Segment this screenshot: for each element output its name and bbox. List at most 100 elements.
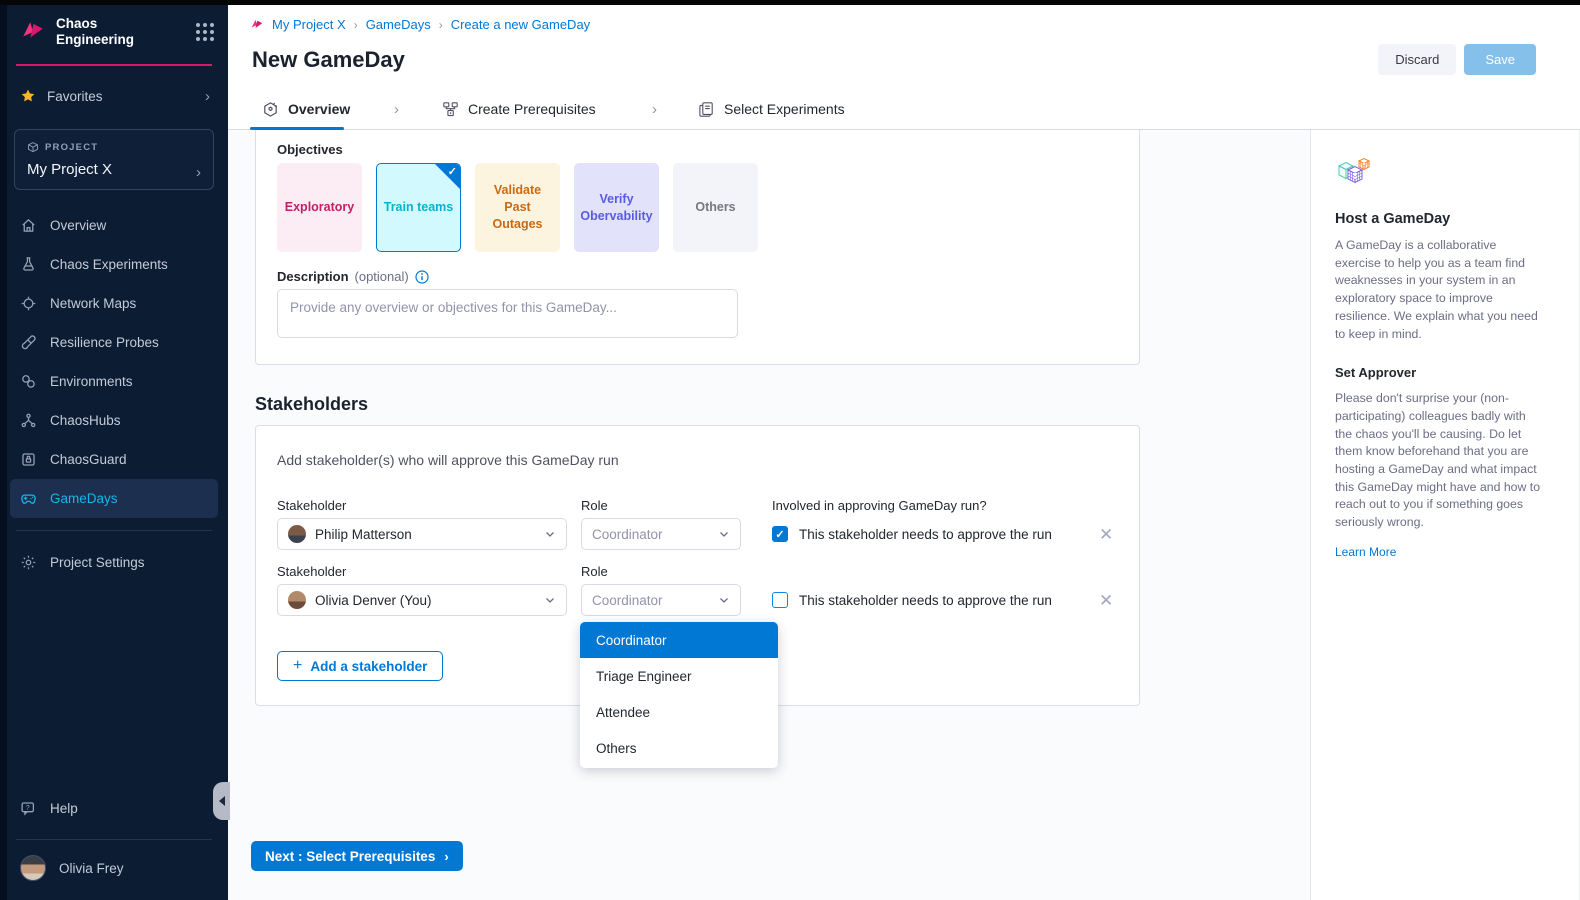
page-header: My Project X › GameDays › Create a new G…	[228, 5, 1580, 89]
objective-exploratory[interactable]: Exploratory	[277, 163, 362, 252]
home-icon	[20, 217, 37, 234]
tab-overview[interactable]: Overview	[262, 89, 350, 129]
sidebar: Chaos Engineering Favorites › PROJECT My…	[0, 0, 228, 900]
chevron-left-icon	[219, 796, 225, 806]
chevron-down-icon	[718, 594, 730, 606]
sidebar-item-environments[interactable]: Environments	[10, 362, 218, 401]
role-option-triage-engineer[interactable]: Triage Engineer	[580, 658, 778, 694]
remove-stakeholder-row1-icon[interactable]: ✕	[1099, 526, 1113, 543]
probe-icon	[20, 334, 37, 351]
chevron-right-icon: ›	[394, 101, 399, 118]
chevron-right-icon: ›	[205, 88, 210, 105]
wizard-steps: Overview › Create Prerequisites › Select…	[228, 89, 1580, 130]
chevron-right-icon: ›	[354, 18, 358, 32]
checkbox-checked-icon[interactable]: ✓	[772, 526, 788, 542]
favorites-label: Favorites	[47, 89, 103, 104]
star-icon	[20, 88, 36, 104]
breadcrumb-project[interactable]: My Project X	[272, 17, 346, 32]
help-panel-title: Host a GameDay	[1335, 211, 1543, 227]
help-panel-body2: Please don't surprise your (non-particip…	[1335, 390, 1543, 532]
description-label: Description	[277, 269, 349, 284]
objectives-label: Objectives	[277, 142, 343, 157]
sidebar-item-favorites[interactable]: Favorites ›	[0, 66, 228, 119]
check-icon: ✓	[448, 165, 457, 180]
save-button[interactable]: Save	[1464, 44, 1536, 75]
environments-icon	[20, 373, 37, 390]
stakeholders-title: Stakeholders	[255, 394, 368, 415]
sidebar-item-help[interactable]: ? Help	[10, 789, 218, 828]
avatar	[288, 591, 306, 609]
chevron-right-icon: ›	[439, 18, 443, 32]
chevron-right-icon: ›	[196, 164, 201, 181]
sidebar-collapse-handle[interactable]	[213, 782, 230, 820]
add-stakeholder-button[interactable]: + Add a stakeholder	[277, 651, 443, 681]
breadcrumb: My Project X › GameDays › Create a new G…	[250, 17, 590, 32]
chaos-engineering-logo-icon	[20, 19, 46, 45]
remove-stakeholder-row2-icon[interactable]: ✕	[1099, 592, 1113, 609]
discard-button[interactable]: Discard	[1378, 44, 1456, 75]
breadcrumb-gamedays[interactable]: GameDays	[366, 17, 431, 32]
approve-checkbox-row2[interactable]: This stakeholder needs to approve the ru…	[772, 592, 1052, 608]
project-selector[interactable]: PROJECT My Project X ›	[14, 129, 214, 190]
checkbox-unchecked-icon[interactable]	[772, 592, 788, 608]
role-option-attendee[interactable]: Attendee	[580, 694, 778, 730]
role-select-row1[interactable]: Coordinator	[581, 518, 741, 550]
next-select-prerequisites-button[interactable]: Next : Select Prerequisites ›	[251, 841, 463, 871]
svg-text:?: ?	[26, 805, 30, 812]
chevron-right-icon: ›	[444, 849, 448, 864]
sidebar-item-resilience-probes[interactable]: Resilience Probes	[10, 323, 218, 362]
page-title: New GameDay	[252, 47, 405, 73]
user-avatar	[20, 855, 46, 881]
objective-verify-observability[interactable]: Verify Obervability	[574, 163, 659, 252]
role-dropdown-menu: Coordinator Triage Engineer Attendee Oth…	[580, 622, 778, 768]
lock-icon	[20, 451, 37, 468]
chevron-right-icon: ›	[652, 101, 657, 118]
help-panel: Host a GameDay A GameDay is a collaborat…	[1310, 130, 1580, 900]
sidebar-item-network-maps[interactable]: Network Maps	[10, 284, 218, 323]
experiments-step-icon	[698, 101, 715, 118]
prerequisites-step-icon	[442, 101, 459, 118]
main-content: Objectives Exploratory Train teams ✓ Val…	[228, 130, 1310, 900]
harness-icon	[250, 18, 264, 32]
learn-more-link[interactable]: Learn More	[1335, 545, 1396, 559]
help-panel-subtitle: Set Approver	[1335, 365, 1543, 380]
info-icon[interactable]	[415, 270, 429, 284]
role-option-others[interactable]: Others	[580, 730, 778, 766]
network-icon	[20, 295, 37, 312]
divider	[16, 839, 212, 840]
description-optional-label: (optional)	[355, 269, 409, 284]
tab-create-prerequisites[interactable]: Create Prerequisites	[442, 89, 596, 129]
sidebar-item-overview[interactable]: Overview	[10, 206, 218, 245]
objective-others[interactable]: Others	[673, 163, 758, 252]
brand-name: Chaos Engineering	[56, 16, 186, 48]
sidebar-item-chaos-experiments[interactable]: Chaos Experiments	[10, 245, 218, 284]
sidebar-item-project-settings[interactable]: Project Settings	[10, 543, 218, 582]
approve-checkbox-row1[interactable]: ✓ This stakeholder needs to approve the …	[772, 526, 1052, 542]
breadcrumb-current[interactable]: Create a new GameDay	[451, 17, 590, 32]
description-input[interactable]	[277, 289, 738, 338]
project-name: My Project X	[27, 161, 201, 178]
stakeholders-intro: Add stakeholder(s) who will approve this…	[277, 452, 619, 468]
objective-train-teams[interactable]: Train teams ✓	[376, 163, 461, 252]
sidebar-item-gamedays[interactable]: GameDays	[10, 479, 218, 518]
hub-icon	[20, 412, 37, 429]
cubes-illustration-icon	[1335, 156, 1373, 190]
cube-icon	[27, 141, 39, 154]
role-option-coordinator[interactable]: Coordinator	[580, 622, 778, 658]
chevron-down-icon	[718, 528, 730, 540]
sidebar-item-chaosguard[interactable]: ChaosGuard	[10, 440, 218, 479]
sidebar-item-chaoshubs[interactable]: ChaosHubs	[10, 401, 218, 440]
role-column-label: Role	[581, 498, 608, 513]
stakeholder-column-label: Stakeholder	[277, 564, 346, 579]
role-select-row2[interactable]: Coordinator	[581, 584, 741, 616]
chevron-down-icon	[544, 528, 556, 540]
chevron-down-icon	[544, 594, 556, 606]
gear-icon	[20, 554, 37, 571]
stakeholder-select-row1[interactable]: Philip Matterson	[277, 518, 567, 550]
divider	[16, 530, 212, 531]
stakeholder-select-row2[interactable]: Olivia Denver (You)	[277, 584, 567, 616]
objective-validate-past-outages[interactable]: Validate Past Outages	[475, 163, 560, 252]
app-grid-icon[interactable]	[196, 23, 214, 41]
user-profile[interactable]: Olivia Frey	[10, 844, 218, 892]
tab-select-experiments[interactable]: Select Experiments	[698, 89, 845, 129]
